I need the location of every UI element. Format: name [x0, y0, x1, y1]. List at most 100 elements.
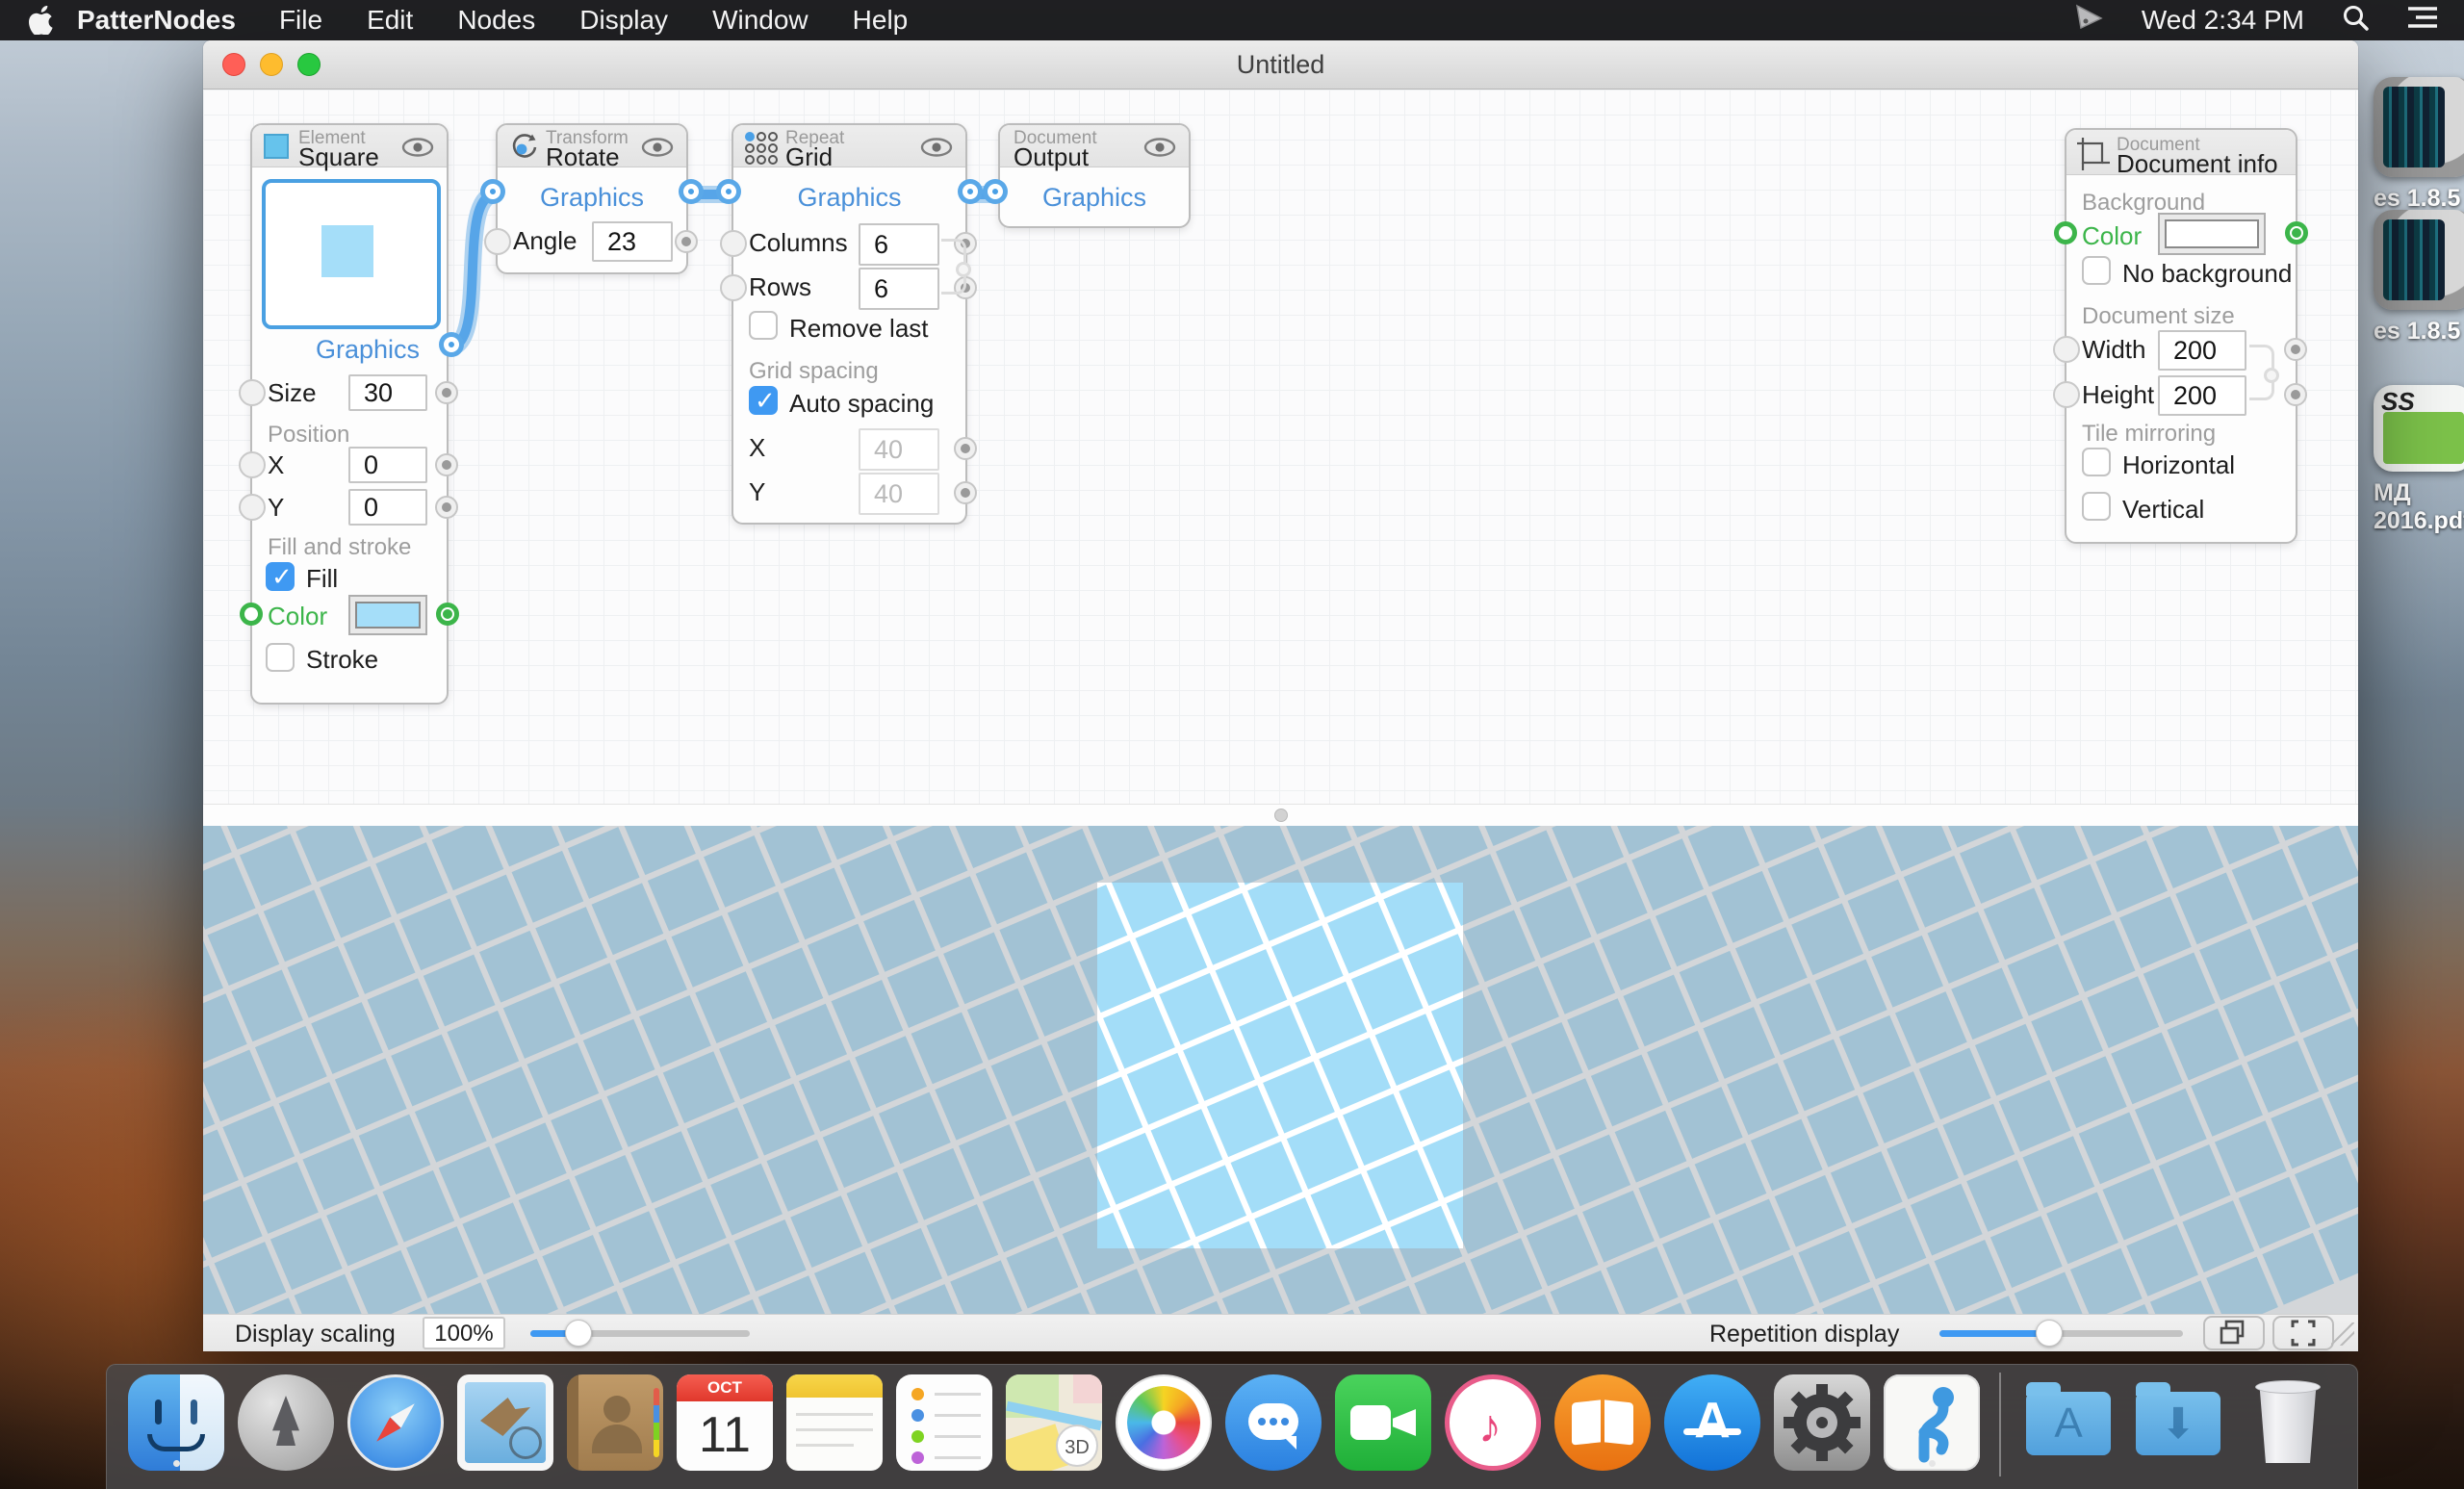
no-background-checkbox[interactable]: [2082, 256, 2111, 285]
eye-icon[interactable]: [640, 137, 675, 163]
graphics-input-port[interactable]: [721, 184, 736, 199]
dock-icon-patternodes[interactable]: [1884, 1374, 1980, 1471]
menu-window[interactable]: Window: [690, 0, 831, 40]
x-input-port[interactable]: [239, 451, 266, 478]
element-preview[interactable]: [262, 179, 441, 329]
slider-thumb[interactable]: [565, 1320, 592, 1347]
pdf-file-icon[interactable]: SS: [2374, 385, 2464, 472]
rows-field[interactable]: 6: [859, 268, 939, 310]
vertical-checkbox[interactable]: [2082, 492, 2111, 521]
search-icon[interactable]: [2341, 3, 2370, 39]
dock-icon-facetime[interactable]: [1335, 1374, 1431, 1471]
node-repeat-grid[interactable]: Repeat Grid Graphics Columns 6 Rows 6 Re…: [732, 123, 967, 525]
link-width-height-icon[interactable]: [2249, 345, 2274, 400]
fullscreen-button[interactable]: [2272, 1316, 2334, 1350]
rows-input-port[interactable]: [720, 274, 747, 301]
desktop-icon[interactable]: es 1.8.5: [2374, 210, 2464, 346]
applications-folder-icon[interactable]: A: [2026, 1392, 2111, 1455]
eye-icon[interactable]: [919, 137, 954, 163]
size-input-port[interactable]: [239, 379, 266, 406]
graphics-output-port[interactable]: [962, 184, 978, 199]
dock-icon-trash[interactable]: [2240, 1374, 2336, 1471]
notification-center-icon[interactable]: [2406, 5, 2439, 37]
dock-icon-folder-applications[interactable]: A: [2020, 1374, 2117, 1471]
height-field[interactable]: 200: [2158, 375, 2246, 416]
tile-view-button[interactable]: [2203, 1316, 2265, 1350]
angle-field[interactable]: 23: [592, 221, 673, 262]
eye-icon[interactable]: [400, 137, 435, 163]
dock-icon-messages[interactable]: [1225, 1374, 1322, 1471]
y-input-port[interactable]: [239, 494, 266, 521]
graphics-input-port[interactable]: [485, 184, 500, 199]
node-element-square[interactable]: Element Square Graphics Size 30 Position…: [250, 123, 449, 705]
dock-icon-launchpad[interactable]: [238, 1374, 334, 1471]
height-input-port[interactable]: [2053, 381, 2080, 408]
spacing-x-field[interactable]: 40: [859, 428, 939, 471]
color-input-port[interactable]: [240, 603, 263, 626]
menu-file[interactable]: File: [257, 0, 345, 40]
width-field[interactable]: 200: [2158, 330, 2246, 371]
pattern-preview[interactable]: [203, 826, 2358, 1314]
divider-handle[interactable]: [1274, 809, 1288, 822]
dock-icon-contacts[interactable]: [567, 1374, 663, 1471]
width-input-port[interactable]: [2053, 336, 2080, 363]
spacing-x-output-port[interactable]: [954, 437, 977, 460]
resize-grip[interactable]: [2331, 1322, 2354, 1346]
background-color-well[interactable]: [2158, 213, 2266, 255]
display-scaling-slider[interactable]: [530, 1330, 750, 1337]
graphics-input-port[interactable]: [988, 184, 1003, 199]
dock-icon-folder-downloads[interactable]: ⬇: [2130, 1374, 2226, 1471]
x-field[interactable]: 0: [348, 447, 427, 483]
menu-help[interactable]: Help: [831, 0, 931, 40]
background-color-output-port[interactable]: [2285, 221, 2308, 244]
dock-icon-appstore[interactable]: A: [1664, 1374, 1760, 1471]
desktop-icon[interactable]: es 1.8.5: [2374, 77, 2464, 213]
dock-icon-photos[interactable]: [1116, 1374, 1212, 1471]
eye-icon[interactable]: [1142, 137, 1177, 163]
pane-divider[interactable]: [203, 804, 2358, 826]
angle-input-port[interactable]: [484, 228, 511, 255]
remove-last-checkbox[interactable]: [749, 311, 778, 340]
horizontal-checkbox[interactable]: [2082, 448, 2111, 476]
spacing-y-field[interactable]: 40: [859, 473, 939, 515]
flag-icon[interactable]: [2072, 3, 2105, 39]
fill-color-well[interactable]: [348, 595, 427, 635]
columns-field[interactable]: 6: [859, 223, 939, 266]
stroke-checkbox[interactable]: [266, 643, 295, 672]
y-field[interactable]: 0: [348, 489, 427, 526]
y-output-port[interactable]: [435, 496, 458, 519]
disk-image-icon[interactable]: [2374, 77, 2464, 177]
dock-icon-finder[interactable]: [128, 1374, 224, 1471]
dock-icon-notes[interactable]: [786, 1374, 883, 1471]
repetition-display-slider[interactable]: [1939, 1330, 2183, 1337]
menu-edit[interactable]: Edit: [345, 0, 435, 40]
color-output-port[interactable]: [436, 603, 459, 626]
x-output-port[interactable]: [435, 453, 458, 476]
dock-icon-mail[interactable]: [457, 1374, 553, 1471]
background-color-input-port[interactable]: [2054, 221, 2077, 244]
spacing-y-output-port[interactable]: [954, 481, 977, 504]
dock-icon-maps[interactable]: 3D: [1006, 1374, 1102, 1471]
dock-icon-calendar[interactable]: OCT11: [677, 1374, 773, 1471]
node-document-info[interactable]: Document Document info Background Color …: [2065, 128, 2297, 544]
desktop-icon[interactable]: SSМД 2016.pdf: [2374, 385, 2464, 535]
downloads-folder-icon[interactable]: ⬇: [2136, 1392, 2220, 1455]
fill-checkbox[interactable]: [266, 562, 295, 591]
width-output-port[interactable]: [2284, 338, 2307, 361]
height-output-port[interactable]: [2284, 383, 2307, 406]
size-field[interactable]: 30: [348, 374, 427, 411]
auto-spacing-checkbox[interactable]: [749, 386, 778, 415]
dock-icon-itunes[interactable]: ♪: [1445, 1374, 1541, 1471]
dock-icon-reminders[interactable]: [896, 1374, 992, 1471]
menu-display[interactable]: Display: [557, 0, 690, 40]
node-document-output[interactable]: Document Output Graphics: [998, 123, 1191, 228]
graphics-output-port[interactable]: [444, 337, 459, 352]
menu-clock[interactable]: Wed 2:34 PM: [2142, 5, 2304, 36]
angle-output-port[interactable]: [675, 230, 698, 253]
columns-input-port[interactable]: [720, 230, 747, 257]
size-output-port[interactable]: [435, 381, 458, 404]
dock-icon-sysprefs[interactable]: [1774, 1374, 1870, 1471]
link-columns-rows-icon[interactable]: [941, 239, 966, 295]
dock-icon-safari[interactable]: [347, 1374, 444, 1471]
display-scaling-value[interactable]: 100%: [423, 1317, 505, 1349]
